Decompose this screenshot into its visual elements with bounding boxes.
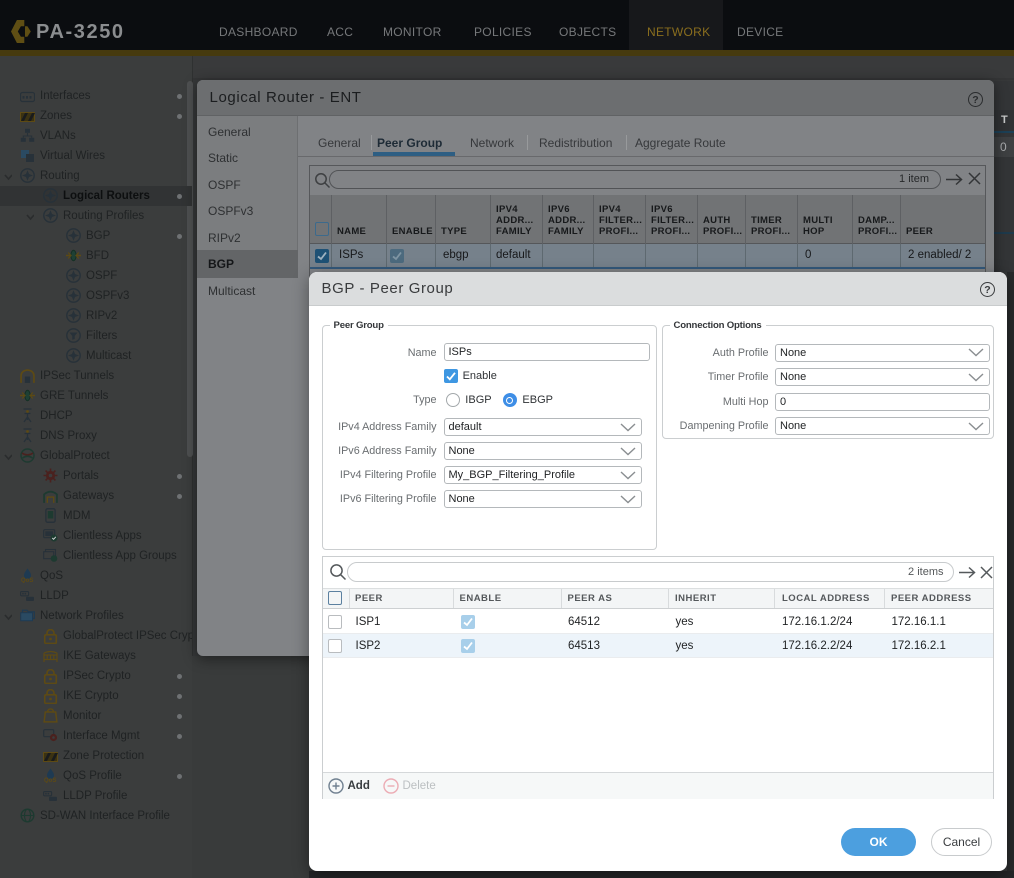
svg-text:QoS: QoS <box>44 778 56 783</box>
svg-text:QoS: QoS <box>21 578 33 583</box>
